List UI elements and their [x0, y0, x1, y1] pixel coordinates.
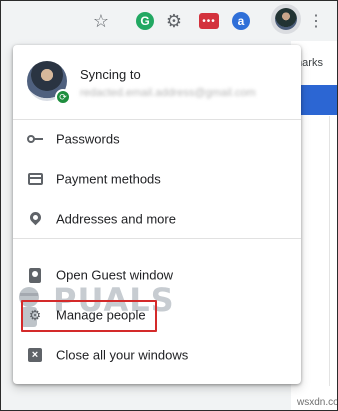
menu-item-passwords[interactable]: Passwords: [13, 119, 301, 159]
credit-card-icon: [27, 171, 43, 187]
red-extension-icon[interactable]: •••: [199, 13, 219, 29]
highlight-box: [21, 300, 157, 332]
menu-item-label: Close all your windows: [56, 347, 189, 363]
key-icon: [27, 131, 43, 147]
location-pin-icon: [27, 209, 43, 227]
menu-item-label: Addresses and more: [56, 211, 176, 227]
menu-item-label: Payment methods: [56, 171, 161, 187]
background-divider: [329, 116, 330, 386]
gear-extension-icon[interactable]: ⚙: [164, 11, 184, 31]
profile-avatar-icon: [275, 8, 297, 30]
site-watermark: wsxdn.com: [297, 397, 337, 408]
sync-email: redacted.email.address@gmail.com: [80, 87, 256, 99]
profile-menu: ⟳ Syncing to redacted.email.address@gmai…: [13, 45, 301, 384]
menu-item-close-all-windows[interactable]: × Close all your windows: [13, 335, 301, 375]
account-section[interactable]: ⟳ Syncing to redacted.email.address@gmai…: [13, 45, 301, 119]
menu-item-payment-methods[interactable]: Payment methods: [13, 159, 301, 199]
grammarly-icon[interactable]: G: [136, 12, 154, 30]
menu-item-open-guest-window[interactable]: Open Guest window: [13, 255, 301, 295]
menu-item-label: Open Guest window: [56, 267, 174, 283]
more-vert-icon[interactable]: ⋮: [308, 11, 324, 31]
blue-a-extension-icon[interactable]: a: [232, 12, 250, 30]
guest-icon: [27, 267, 43, 283]
bookmark-star-icon[interactable]: ☆: [91, 11, 111, 31]
profile-button[interactable]: [271, 4, 301, 34]
menu-item-label: Passwords: [56, 131, 120, 147]
background-blue-banner: [297, 85, 337, 115]
menu-divider: [13, 238, 301, 239]
close-windows-icon: ×: [27, 347, 43, 363]
screenshot-frame: ☆ G ⚙ ••• a ⋮ marks ⟳ Syncing to redacte…: [0, 0, 338, 411]
sync-status-label: Syncing to: [80, 67, 141, 82]
menu-item-addresses[interactable]: Addresses and more: [13, 199, 301, 239]
sync-check-icon: ⟳: [55, 89, 71, 105]
browser-toolbar: ☆ G ⚙ ••• a ⋮: [1, 1, 337, 41]
